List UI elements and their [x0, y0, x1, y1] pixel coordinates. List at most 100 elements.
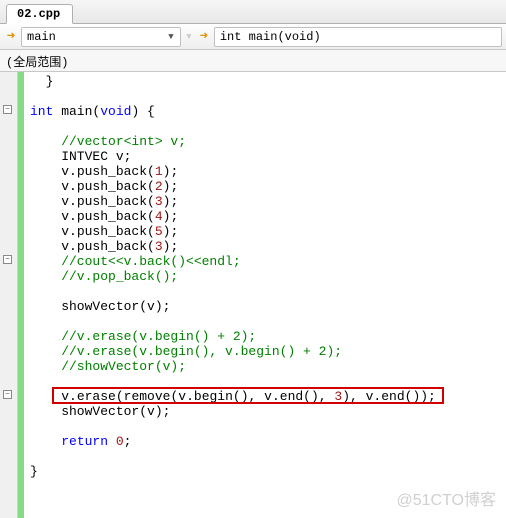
tok-ident: push_back	[77, 209, 147, 224]
tok-indent	[30, 434, 61, 449]
code-line: }	[30, 464, 38, 479]
tok-ident: v	[30, 239, 69, 254]
tok-sym: );	[163, 179, 179, 194]
tok-ident: v	[178, 389, 186, 404]
tok-number: 5	[155, 224, 163, 239]
tok-sym: .	[69, 389, 77, 404]
tok-sym: );	[163, 224, 179, 239]
tok-sym: .	[272, 389, 280, 404]
tok-ident: remove	[124, 389, 171, 404]
fold-toggle[interactable]: −	[3, 105, 12, 114]
tok-ident: v	[147, 299, 155, 314]
tok-ident: push_back	[77, 239, 147, 254]
tok-comment: //vector<int> v;	[30, 134, 186, 149]
scope-bar: (全局范围)	[0, 50, 506, 72]
fold-gutter: − − −	[0, 72, 18, 518]
arrow-right-icon: ➜	[197, 30, 211, 44]
tok-sym: (	[147, 194, 155, 209]
code-line: }	[30, 74, 53, 89]
tok-sym: .	[69, 209, 77, 224]
tok-ident: v	[264, 389, 272, 404]
tok-keyword: void	[100, 104, 131, 119]
navigation-bar: ➜ main ▼ ▾ ➜ int main(void)	[0, 24, 506, 50]
scope-text: (全局范围)	[6, 56, 68, 70]
tok-sym: .	[69, 239, 77, 254]
tok-ident: push_back	[77, 194, 147, 209]
tok-sp	[108, 434, 116, 449]
tok-sym: (	[147, 179, 155, 194]
tok-ident: begin	[194, 389, 233, 404]
separator: ▾	[185, 29, 193, 44]
tok-number: 3	[155, 194, 163, 209]
tok-sym: ;	[124, 434, 132, 449]
tok-sym: (	[116, 389, 124, 404]
tok-sym: .	[69, 224, 77, 239]
tok-sym: ) {	[131, 104, 154, 119]
chevron-down-icon: ▼	[164, 30, 178, 44]
tok-sym: );	[163, 209, 179, 224]
tok-sym: );	[163, 164, 179, 179]
tok-ident: end	[280, 389, 303, 404]
tok-sym: (	[147, 164, 155, 179]
tok-sym: .	[69, 194, 77, 209]
tok-sym: );	[163, 194, 179, 209]
tok-keyword: return	[61, 434, 108, 449]
tok-number: 2	[155, 179, 163, 194]
file-tab[interactable]: 02.cpp	[6, 4, 73, 24]
function-combo-label: int main(void)	[220, 30, 321, 44]
tok-sym: );	[163, 239, 179, 254]
tok-sym: .	[186, 389, 194, 404]
tab-bar: 02.cpp	[0, 0, 506, 24]
tok-ident: v	[30, 224, 69, 239]
tok-sym: (),	[233, 389, 264, 404]
tok-ident: v	[30, 179, 69, 194]
tok-sym: (	[147, 239, 155, 254]
tok-sym: ());	[405, 389, 436, 404]
tok-ident: v	[30, 209, 69, 224]
tok-comment: //v.erase(v.begin() + 2);	[30, 329, 256, 344]
tok-ident: push_back	[77, 224, 147, 239]
tok-ident: push_back	[77, 179, 147, 194]
tok-sym: );	[155, 299, 171, 314]
tok-ident: main(	[53, 104, 100, 119]
tok-comment: //showVector(v);	[30, 359, 186, 374]
scope-combo-label: main	[27, 30, 56, 44]
tok-sym: ;	[124, 149, 132, 164]
tok-ident: v	[30, 194, 69, 209]
tok-ident: showVector	[30, 299, 139, 314]
tok-number: 1	[155, 164, 163, 179]
tok-number: 3	[155, 239, 163, 254]
tok-comment: //v.pop_back();	[30, 269, 178, 284]
tok-number: 4	[155, 209, 163, 224]
tok-comment: //cout<<v.back()<<endl;	[30, 254, 241, 269]
tok-sym: (	[147, 209, 155, 224]
tok-ident: end	[381, 389, 404, 404]
tok-ident: showVector	[30, 404, 139, 419]
tok-number: 0	[116, 434, 124, 449]
tok-sym: .	[69, 179, 77, 194]
tok-keyword: int	[30, 104, 53, 119]
tok-sym: (	[147, 224, 155, 239]
function-combo[interactable]: int main(void)	[214, 27, 502, 47]
tok-comment: //v.erase(v.begin(), v.begin() + 2);	[30, 344, 342, 359]
tok-ident: v	[30, 164, 69, 179]
tok-ident: v	[30, 389, 69, 404]
fold-toggle[interactable]: −	[3, 390, 12, 399]
function-selector[interactable]: ➜ int main(void)	[197, 27, 502, 47]
tok-ident: push_back	[77, 164, 147, 179]
tok-sym: (	[139, 299, 147, 314]
code-text[interactable]: } int main(void) { //vector<int> v; INTV…	[24, 72, 506, 518]
tok-sym: .	[69, 164, 77, 179]
tok-ident: INTVEC v	[30, 149, 124, 164]
scope-combo[interactable]: main ▼	[21, 27, 181, 47]
tok-sym: (	[139, 404, 147, 419]
arrow-right-icon: ➜	[4, 30, 18, 44]
tok-ident: erase	[77, 389, 116, 404]
tok-sym: (),	[303, 389, 334, 404]
code-editor[interactable]: − − − } int main(void) { //vector<int> v…	[0, 72, 506, 518]
tok-ident: v	[147, 404, 155, 419]
tok-sym: ),	[342, 389, 365, 404]
tok-sym: );	[155, 404, 171, 419]
fold-toggle[interactable]: −	[3, 255, 12, 264]
scope-selector[interactable]: ➜ main ▼	[4, 27, 181, 47]
